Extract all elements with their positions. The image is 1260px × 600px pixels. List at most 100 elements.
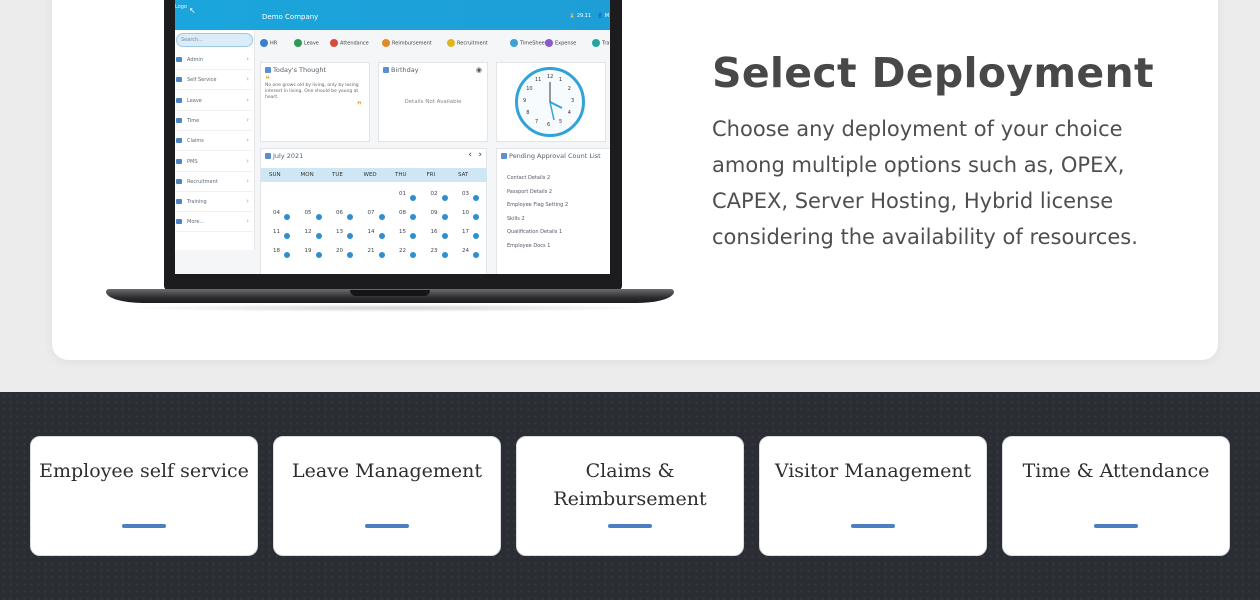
calendar-date[interactable]: 10 — [462, 210, 469, 216]
sidebar-item[interactable]: More... › — [175, 212, 253, 233]
module-tab[interactable]: Attendance — [330, 39, 369, 47]
sidebar-item[interactable]: Recruitment › — [175, 172, 253, 192]
calendar-date[interactable]: 20 — [336, 248, 343, 254]
module-tab[interactable]: Recruitment — [447, 39, 488, 47]
feature-card[interactable]: Claims & Reimbursement — [516, 436, 744, 556]
calendar-date[interactable]: 23 — [431, 248, 438, 254]
calendar-weekday: MON — [300, 172, 314, 178]
calendar-date[interactable]: 07 — [368, 210, 375, 216]
clock-widget: 12 1 2 3 4 5 6 7 8 9 10 11 — [496, 62, 606, 142]
sidebar-search-input[interactable]: Search... — [176, 33, 253, 47]
calendar-date[interactable]: 11 — [273, 229, 280, 235]
header-user[interactable]: 👤 M — [597, 13, 609, 19]
calendar-date[interactable]: 14 — [368, 229, 375, 235]
feature-card[interactable]: Time & Attendance — [1002, 436, 1230, 556]
sidebar-item[interactable]: Admin › — [175, 50, 253, 70]
thought-text: No one grows old by living, only by losi… — [265, 83, 359, 100]
calendar-date[interactable]: 22 — [399, 248, 406, 254]
eye-icon[interactable]: ◉ — [476, 66, 482, 74]
sidebar-item[interactable]: Training › — [175, 192, 253, 213]
module-icon — [260, 39, 268, 47]
pending-item[interactable]: Passport Details 2 — [507, 189, 552, 195]
calendar-prev-button[interactable]: ‹ — [468, 150, 472, 160]
sidebar-item-icon — [176, 158, 182, 164]
calendar-date[interactable]: 06 — [336, 210, 343, 216]
calendar-date[interactable]: 01 — [399, 191, 406, 197]
module-tab[interactable]: HR — [260, 39, 277, 47]
sidebar-item-label: Training — [187, 199, 207, 206]
clock-number: 8 — [526, 110, 530, 116]
calendar-date[interactable]: 04 — [273, 210, 280, 216]
pending-item[interactable]: Skills 2 — [507, 216, 525, 222]
feature-card[interactable]: Leave Management — [273, 436, 501, 556]
calendar-event-dot — [441, 252, 448, 258]
calendar-date[interactable]: 08 — [399, 210, 406, 216]
app-header: Logo ↖ Demo Company ⌛ 29.11 👤 M — [175, 0, 610, 30]
pending-item[interactable]: Qualification Details 1 — [507, 229, 562, 235]
clock-number: 1 — [559, 77, 563, 84]
calendar-event-dot — [284, 214, 290, 220]
module-tab[interactable]: TimeSheet — [510, 39, 547, 47]
calendar-date[interactable]: 18 — [273, 248, 280, 254]
chevron-right-icon: › — [246, 176, 249, 185]
module-tab[interactable]: Expense — [545, 39, 576, 47]
feature-card[interactable]: Visitor Management — [759, 436, 987, 556]
calendar-event-dot — [315, 252, 322, 258]
module-tab[interactable]: Reimbursement — [382, 39, 432, 47]
chevron-right-icon: › — [246, 115, 249, 124]
module-label: HR — [270, 40, 278, 47]
calendar-date[interactable]: 03 — [462, 191, 469, 197]
birthday-empty: Details Not Available — [404, 99, 462, 105]
calendar-date[interactable]: 12 — [305, 229, 312, 235]
sidebar-item-icon — [176, 97, 182, 103]
pending-item-label: Employee Docs — [507, 242, 546, 249]
calendar-date[interactable]: 19 — [305, 248, 312, 254]
calendar-weekday: THU — [395, 172, 407, 178]
company-name: Demo Company — [262, 13, 319, 21]
sidebar-item[interactable]: PMS › — [175, 152, 253, 172]
calendar-date[interactable]: 02 — [431, 191, 438, 197]
pending-item-count: 2 — [546, 175, 551, 181]
feature-title: Claims & Reimbursement — [553, 460, 707, 510]
feature-card[interactable]: Employee self service — [30, 436, 258, 556]
calendar-next-button[interactable]: › — [478, 150, 482, 160]
sidebar-item-label: Admin — [187, 57, 203, 63]
chevron-right-icon: › — [246, 55, 249, 63]
clock-number: 6 — [547, 122, 551, 128]
laptop-screen: Logo ↖ Demo Company ⌛ 29.11 👤 M Search..… — [175, 0, 610, 274]
module-tab[interactable]: Travel — [592, 39, 610, 47]
calendar-date[interactable]: 24 — [462, 248, 469, 254]
sidebar-item-label: Self Service — [187, 77, 217, 84]
feature-underline — [608, 524, 652, 528]
module-tab[interactable]: Leave — [294, 39, 319, 47]
calendar-event-dot — [315, 233, 322, 239]
sidebar-item[interactable]: Time › — [175, 111, 253, 131]
calendar-date[interactable]: 16 — [431, 229, 438, 235]
calendar-date[interactable]: 17 — [462, 229, 469, 235]
calendar-weekday: SUN — [269, 172, 281, 178]
pending-item[interactable]: Employee Docs 1 — [507, 243, 550, 249]
pending-item[interactable]: Contact Details 2 — [507, 175, 550, 181]
clock-number: 12 — [547, 74, 554, 80]
pending-item[interactable]: Employee Flag Setting 2 — [507, 202, 568, 208]
chevron-right-icon: › — [246, 217, 249, 226]
module-icon — [447, 39, 455, 47]
sidebar-item[interactable]: Claims › — [175, 131, 253, 152]
calendar-weekday: TUE — [332, 172, 343, 178]
calendar-date[interactable]: 13 — [336, 229, 343, 235]
calendar-date[interactable]: 09 — [431, 210, 438, 216]
sidebar-item[interactable]: Leave › — [175, 91, 253, 111]
calendar-date[interactable]: 21 — [368, 248, 375, 254]
module-icon — [545, 39, 553, 47]
sidebar-item[interactable]: Self Service › — [175, 70, 253, 91]
pending-item-label: Contact Details — [507, 175, 546, 181]
header-time-value: 29.11 — [576, 13, 592, 19]
pending-item-label: Employee Flag Setting — [507, 202, 564, 208]
module-icon — [382, 39, 390, 47]
sidebar-item-label: Recruitment — [187, 178, 218, 185]
calendar-date[interactable]: 15 — [399, 229, 406, 235]
chevron-right-icon: › — [246, 95, 249, 104]
calendar-date[interactable]: 05 — [305, 210, 312, 216]
analog-clock: 12 1 2 3 4 5 6 7 8 9 10 11 — [515, 67, 585, 137]
thought-title: Today's Thought — [265, 66, 326, 74]
